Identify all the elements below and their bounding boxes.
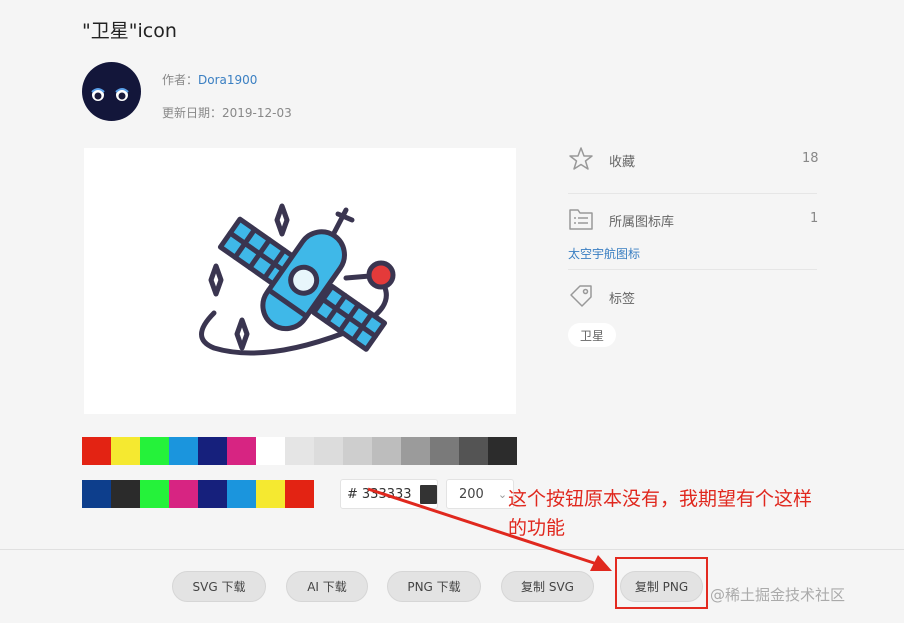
updated-label: 更新日期： <box>162 106 223 120</box>
color-swatch[interactable] <box>401 437 430 465</box>
color-swatch[interactable] <box>111 480 140 508</box>
tag-icon <box>570 285 592 307</box>
color-swatch[interactable] <box>198 437 227 465</box>
page-title: "卫星"icon <box>82 20 177 42</box>
favorite-label: 收藏 <box>609 155 636 170</box>
library-label: 所属图标库 <box>609 215 675 230</box>
color-swatch[interactable] <box>430 437 459 465</box>
ai-download-button[interactable]: AI 下载 <box>286 571 368 602</box>
icon-preview <box>84 148 516 414</box>
svg-download-button[interactable]: SVG 下载 <box>172 571 266 602</box>
library-link[interactable]: 太空宇航图标 <box>568 245 640 262</box>
color-swatch[interactable] <box>111 437 140 465</box>
palette-row-1 <box>82 437 517 465</box>
library-count: 1 <box>810 211 819 226</box>
divider <box>568 193 817 194</box>
author-label: 作者： <box>162 73 199 87</box>
watermark: @稀土掘金技术社区 <box>710 586 846 604</box>
color-swatch[interactable] <box>256 480 285 508</box>
color-swatch[interactable] <box>82 437 111 465</box>
color-swatch[interactable] <box>82 480 111 508</box>
color-swatch[interactable] <box>459 437 488 465</box>
color-swatch[interactable] <box>227 437 256 465</box>
tag-chip[interactable]: 卫星 <box>568 323 617 347</box>
satellite-icon <box>199 203 396 356</box>
hash-symbol: # <box>347 486 358 502</box>
author-link[interactable]: Dora1900 <box>198 73 257 87</box>
color-swatch[interactable] <box>227 480 256 508</box>
color-swatch[interactable] <box>198 480 227 508</box>
palette-row-2 <box>82 480 314 508</box>
avatar-eyes-icon <box>91 88 129 101</box>
tags-label: 标签 <box>609 292 636 307</box>
color-swatch[interactable] <box>169 437 198 465</box>
color-swatch[interactable] <box>140 480 169 508</box>
color-swatch[interactable] <box>488 437 517 465</box>
color-swatch[interactable] <box>140 437 169 465</box>
color-swatch[interactable] <box>343 437 372 465</box>
avatar[interactable] <box>82 62 141 121</box>
color-swatch[interactable] <box>314 437 343 465</box>
color-swatch[interactable] <box>169 480 198 508</box>
divider <box>568 269 817 270</box>
updated-line: 更新日期：2019-12-03 <box>162 104 292 121</box>
library-icon <box>569 209 593 230</box>
color-swatch[interactable] <box>256 437 285 465</box>
annotation-arrow-icon <box>367 487 612 571</box>
star-icon[interactable] <box>568 146 594 172</box>
updated-date: 2019-12-03 <box>222 106 292 120</box>
color-swatch[interactable] <box>285 437 314 465</box>
author-line: 作者：Dora1900 <box>162 71 257 88</box>
color-swatch[interactable] <box>285 480 314 508</box>
favorite-count: 18 <box>802 151 819 166</box>
color-swatch[interactable] <box>372 437 401 465</box>
highlight-box <box>615 557 708 609</box>
